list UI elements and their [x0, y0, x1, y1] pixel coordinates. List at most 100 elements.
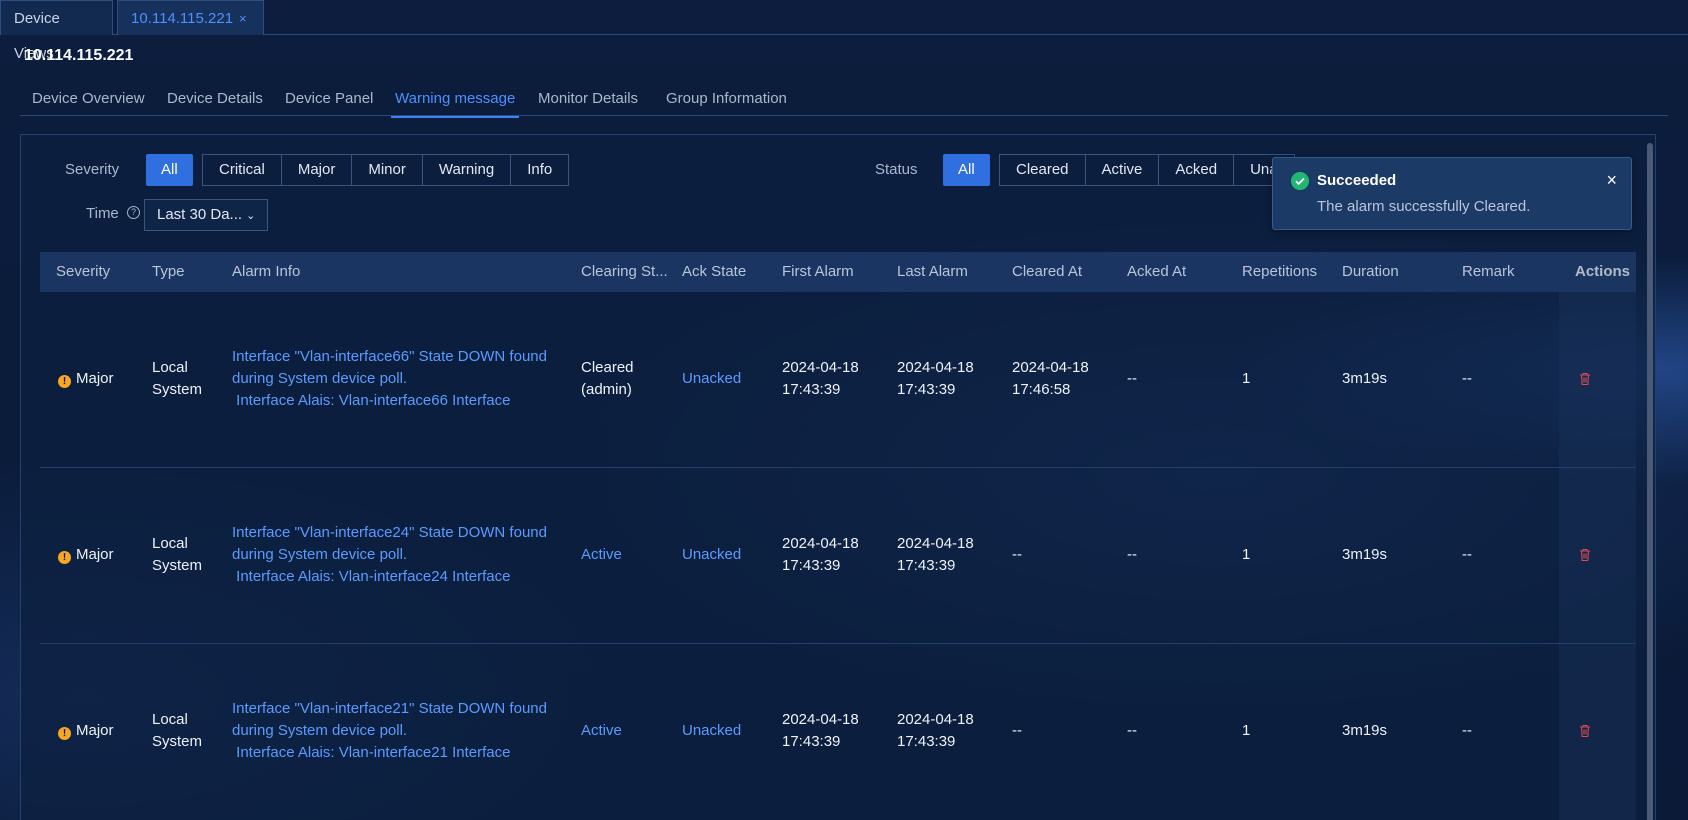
- column-first-alarm[interactable]: First Alarm: [782, 252, 854, 292]
- tab-group-information[interactable]: Group Information: [666, 90, 787, 107]
- clearing-state-link[interactable]: Active: [581, 720, 622, 742]
- date: 2024-04-18: [897, 535, 974, 552]
- repetitions-cell: 1: [1242, 546, 1251, 563]
- severity-cell: ! Major: [58, 544, 114, 566]
- question-circle-icon[interactable]: ?: [127, 206, 140, 219]
- severity-text: Major: [76, 722, 114, 739]
- type-line: Local: [152, 535, 188, 552]
- severity-warning-button[interactable]: Warning: [422, 154, 512, 186]
- ack-state-link[interactable]: Unacked: [682, 720, 741, 742]
- column-acked-at[interactable]: Acked At: [1127, 252, 1186, 292]
- alarm-info-link[interactable]: Interface "Vlan-interface66" State DOWN …: [232, 346, 547, 412]
- clearing-state-line: Cleared: [581, 359, 634, 376]
- tab-device-ip[interactable]: 10.114.115.221 ×: [117, 0, 264, 35]
- date: 2024-04-18: [782, 535, 859, 552]
- severity-filter-group: Critical Major Minor Warning Info: [202, 154, 570, 186]
- date: 2024-04-18: [782, 711, 859, 728]
- delete-icon[interactable]: [1579, 724, 1591, 738]
- column-duration[interactable]: Duration: [1342, 252, 1399, 292]
- time-filter-label: Time: [86, 205, 119, 222]
- table-row[interactable]: ! Major Local System Interface "Vlan-inter…: [40, 468, 1636, 644]
- tab-warning-message[interactable]: Warning message: [390, 90, 520, 118]
- clearing-state-line: (admin): [581, 381, 632, 398]
- status-all-button[interactable]: All: [943, 154, 990, 186]
- severity-all-button[interactable]: All: [146, 154, 193, 186]
- column-ack-state[interactable]: Ack State: [682, 252, 746, 292]
- cleared-at-cell: --: [1012, 546, 1022, 563]
- remark-cell: --: [1462, 722, 1472, 739]
- time-range-value: Last 30 Da...: [157, 206, 243, 223]
- tab-device-views[interactable]: Device Views: [0, 0, 113, 62]
- close-icon[interactable]: ×: [1606, 170, 1617, 191]
- time: 17:43:39: [897, 557, 956, 574]
- acked-at-cell: --: [1127, 370, 1137, 387]
- column-remark[interactable]: Remark: [1462, 252, 1515, 292]
- alarm-info-line: during System device poll.: [232, 546, 408, 563]
- severity-info-button[interactable]: Info: [511, 154, 570, 186]
- chevron-down-icon: ⌄: [246, 210, 256, 222]
- table-row[interactable]: ! Major Local System Interface "Vlan-inter…: [40, 292, 1636, 468]
- table-header: Severity Type Alarm Info Clearing St... …: [40, 252, 1636, 292]
- status-filter-group: Cleared Active Acked Una: [999, 154, 1295, 186]
- type-cell: Local System: [152, 533, 202, 577]
- clearing-state-link[interactable]: Active: [581, 544, 622, 566]
- alarm-info-line: Interface "Vlan-interface24" State DOWN …: [232, 524, 547, 541]
- status-active-button[interactable]: Active: [1085, 154, 1160, 186]
- toast-title: Succeeded: [1317, 172, 1397, 189]
- alarm-info-line: Interface Alais: Vlan-interface21 Interf…: [232, 744, 511, 761]
- warning-icon: !: [58, 727, 71, 740]
- column-severity[interactable]: Severity: [56, 252, 110, 292]
- date: 2024-04-18: [897, 711, 974, 728]
- alarm-info-line: during System device poll.: [232, 370, 408, 387]
- column-clearing-state[interactable]: Clearing St...: [581, 252, 668, 292]
- delete-icon[interactable]: [1579, 548, 1591, 562]
- first-alarm-cell: 2024-04-18 17:43:39: [782, 709, 859, 753]
- column-repetitions[interactable]: Repetitions: [1242, 252, 1317, 292]
- alarm-info-line: during System device poll.: [232, 722, 408, 739]
- warning-icon: !: [58, 375, 71, 388]
- severity-text: Major: [76, 546, 114, 563]
- delete-icon[interactable]: [1579, 372, 1591, 386]
- severity-major-button[interactable]: Major: [281, 154, 353, 186]
- remark-cell: --: [1462, 546, 1472, 563]
- remark-cell: --: [1462, 370, 1472, 387]
- tab-device-details[interactable]: Device Details: [167, 90, 263, 107]
- time-range-select[interactable]: Last 30 Da... ⌄: [144, 199, 269, 231]
- alarm-info-line: Interface "Vlan-interface66" State DOWN …: [232, 348, 547, 365]
- tab-monitor-details[interactable]: Monitor Details: [538, 90, 638, 107]
- severity-text: Major: [76, 370, 114, 387]
- status-cleared-button[interactable]: Cleared: [999, 154, 1086, 186]
- table-row[interactable]: ! Major Local System Interface "Vlan-inter…: [40, 644, 1636, 820]
- duration-cell: 3m19s: [1342, 546, 1388, 563]
- alarm-info-line: Interface "Vlan-interface21" State DOWN …: [232, 700, 547, 717]
- time: 17:46:58: [1012, 381, 1071, 398]
- column-type[interactable]: Type: [152, 252, 185, 292]
- tab-device-overview[interactable]: Device Overview: [32, 90, 145, 107]
- window-tab-bar: Device Views 10.114.115.221 ×: [0, 0, 1688, 62]
- warning-icon: !: [58, 551, 71, 564]
- type-line: Local: [152, 359, 188, 376]
- column-alarm-info[interactable]: Alarm Info: [232, 252, 300, 292]
- status-acked-button[interactable]: Acked: [1159, 154, 1235, 186]
- alarm-info-link[interactable]: Interface "Vlan-interface21" State DOWN …: [232, 698, 547, 764]
- time: 17:43:39: [782, 381, 841, 398]
- sub-tab-bar: Device Overview Device Details Device Pa…: [20, 86, 1668, 118]
- repetitions-cell: 1: [1242, 722, 1251, 739]
- column-last-alarm[interactable]: Last Alarm: [897, 252, 968, 292]
- close-icon[interactable]: ×: [239, 11, 247, 26]
- tab-device-panel[interactable]: Device Panel: [285, 90, 373, 107]
- alarm-info-link[interactable]: Interface "Vlan-interface24" State DOWN …: [232, 522, 547, 588]
- column-cleared-at[interactable]: Cleared At: [1012, 252, 1082, 292]
- tab-label: 10.114.115.221: [131, 10, 234, 27]
- type-cell: Local System: [152, 357, 202, 401]
- check-circle-icon: [1291, 172, 1309, 190]
- severity-minor-button[interactable]: Minor: [352, 154, 423, 186]
- last-alarm-cell: 2024-04-18 17:43:39: [897, 709, 974, 753]
- vertical-scrollbar[interactable]: [1647, 143, 1653, 820]
- severity-cell: ! Major: [58, 720, 114, 742]
- severity-critical-button[interactable]: Critical: [202, 154, 282, 186]
- time: 17:43:39: [782, 733, 841, 750]
- ack-state-link[interactable]: Unacked: [682, 368, 741, 390]
- first-alarm-cell: 2024-04-18 17:43:39: [782, 357, 859, 401]
- ack-state-link[interactable]: Unacked: [682, 544, 741, 566]
